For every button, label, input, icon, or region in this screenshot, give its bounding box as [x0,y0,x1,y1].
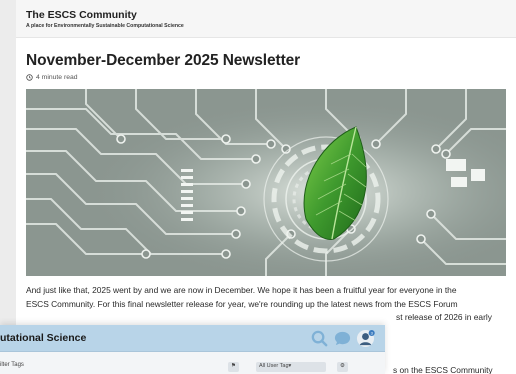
search-icon[interactable] [310,329,329,348]
article-body: And just like that, 2025 went by and we … [26,284,508,325]
paragraph-line-4-tail: s on the ESCS Community [393,365,493,374]
read-time: 4 minute read [26,74,506,81]
forum-filter-row: ilter Tags ⚑ All User Tag▾ ⚙ [0,352,385,374]
site-header: The ESCS Community A place for Environme… [16,0,516,38]
forum-header-icons: 3 [310,329,375,348]
circuit-leaf-illustration [26,89,506,276]
forum-header-bar: utational Science 3 [0,325,385,352]
forum-title[interactable]: utational Science [0,332,86,344]
user-tag-dropdown[interactable]: All User Tag▾ [256,362,326,372]
hero-image-circuit-leaf [26,89,506,276]
clock-icon [26,74,33,81]
filter-tags-label: ilter Tags [0,362,24,368]
chat-bubble-icon[interactable] [333,329,352,348]
article: November-December 2025 Newsletter 4 minu… [16,38,516,325]
article-title: November-December 2025 Newsletter [26,52,301,69]
read-time-label: 4 minute read [36,74,78,81]
newsletter-page: The ESCS Community A place for Environme… [16,0,516,374]
paragraph-line-3: st release of 2026 in early [396,312,492,322]
site-title[interactable]: The ESCS Community [26,9,506,21]
paragraph-line-1: And just like that, 2025 went by and we … [26,285,457,295]
filter-settings-button[interactable]: ⚙ [337,362,348,372]
user-avatar[interactable]: 3 [356,329,375,348]
site-tagline: A place for Environmentally Sustainable … [26,23,184,29]
paragraph-line-2: ESCS Community. For this final newslette… [26,298,458,309]
forum-overlay-window[interactable]: utational Science 3 ilter Tags ⚑ All Use… [0,325,385,374]
filter-flag-button[interactable]: ⚑ [228,362,239,372]
